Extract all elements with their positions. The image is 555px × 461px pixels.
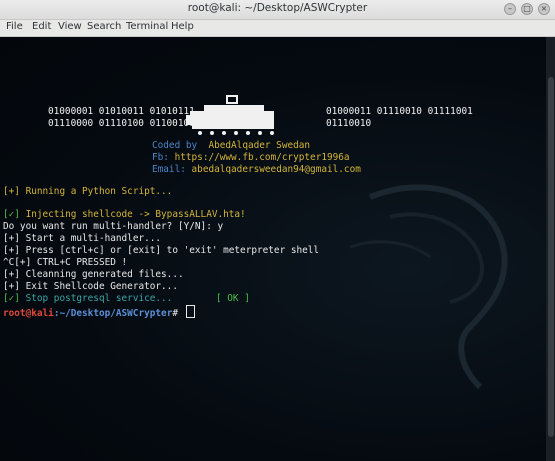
prompt-symbol: # xyxy=(172,308,178,319)
stop-check: [✓] xyxy=(3,293,20,304)
output-prompt-question: Do you want run multi-handler? [Y/N]: y xyxy=(3,221,224,232)
menu-search[interactable]: Search xyxy=(87,21,121,32)
fb-value: https://www.fb.com/crypter1996a xyxy=(174,152,350,163)
menu-file[interactable]: File xyxy=(6,21,23,32)
status-ok: [ OK ] xyxy=(216,293,250,304)
scrollbar-thumb[interactable] xyxy=(548,77,554,437)
output-ctrlc: ^C[+] CTRL+C PRESSED ! xyxy=(3,257,128,268)
window-title: root@kali: ~/Desktop/ASWCrypter xyxy=(187,2,368,14)
inject-check: [✓] xyxy=(3,209,20,220)
menu-view[interactable]: View xyxy=(58,21,82,32)
credit-coded: Coded by AbedAlqader Swedan xyxy=(152,140,310,152)
close-button[interactable]: × xyxy=(538,3,550,15)
output-press: [+] Press [ctrl+c] or [exit] to 'exit' m… xyxy=(3,245,320,256)
ascii-art-logo xyxy=(186,95,274,135)
output-clean: [+] Cleanning generated files... xyxy=(3,269,184,280)
kali-dragon-watermark xyxy=(349,184,508,390)
binary-right-1: 01000011 01110010 01111001 xyxy=(326,106,473,117)
output-running: [+] Running a Python Script... xyxy=(3,186,173,197)
terminal-scrollbar[interactable] xyxy=(546,37,555,461)
prompt-user: root@kali xyxy=(3,308,54,319)
credit-fb: Fb: https://www.fb.com/crypter1996a xyxy=(152,152,350,164)
binary-left-1: 01000001 01010011 01010111 xyxy=(48,106,195,117)
email-value: abedalqadersweedan94@gmail.com xyxy=(191,164,361,175)
shell-prompt[interactable]: root@kali:~/Desktop/ASWCrypter# xyxy=(3,305,195,320)
coded-value: AbedAlqader Swedan xyxy=(208,140,311,151)
terminal-area[interactable]: 01000001 01010011 01010111 01110000 0111… xyxy=(0,37,546,461)
fb-label: Fb: xyxy=(152,152,169,163)
inject-text: Injecting shellcode -> BypassALLAV.hta! xyxy=(19,209,246,220)
coded-label: Coded by xyxy=(152,140,198,151)
output-exit: [+] Exit Shellcode Generator... xyxy=(3,281,178,292)
menu-bar: File Edit View Search Terminal Help xyxy=(0,20,555,37)
prompt-path: :~/Desktop/ASWCrypter xyxy=(53,308,173,319)
maximize-button[interactable]: □ xyxy=(521,3,533,15)
binary-right-2: 01110010 xyxy=(326,118,372,129)
output-start: [+] Start a multi-handler... xyxy=(3,233,162,244)
menu-terminal[interactable]: Terminal xyxy=(126,21,168,32)
text-cursor xyxy=(185,305,195,318)
credit-email: Email: abedalqadersweedan94@gmail.com xyxy=(152,164,361,176)
stop-text: Stop postgresql service... xyxy=(19,293,173,304)
menu-help[interactable]: Help xyxy=(171,21,194,32)
output-inject: [✓] Injecting shellcode -> BypassALLAV.h… xyxy=(3,209,246,221)
menu-edit[interactable]: Edit xyxy=(32,21,51,32)
minimize-button[interactable]: – xyxy=(504,3,516,15)
email-label: Email: xyxy=(152,164,186,175)
binary-left-2: 01110000 01110100 01100101 xyxy=(48,118,195,129)
output-stop: [✓] Stop postgresql service... xyxy=(3,293,172,305)
window-titlebar[interactable]: root@kali: ~/Desktop/ASWCrypter – □ × xyxy=(0,0,555,20)
